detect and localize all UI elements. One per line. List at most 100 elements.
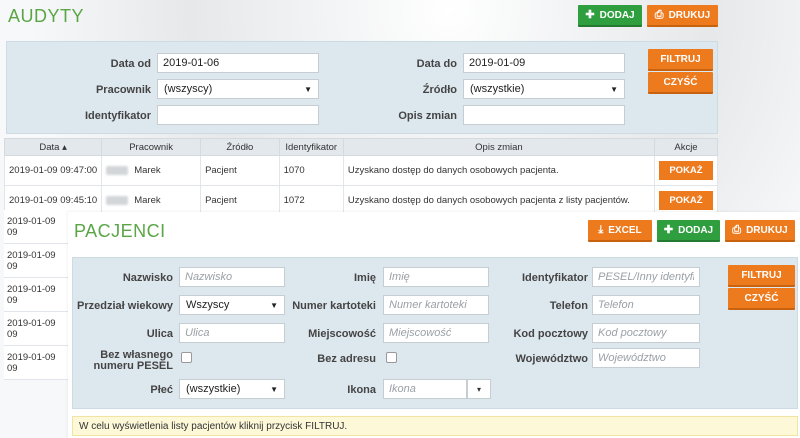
column-header-identifier[interactable]: Identyfikator (278, 138, 344, 156)
postal-code-input[interactable] (592, 323, 700, 343)
add-button[interactable]: ✚ DODAJ (578, 5, 642, 27)
add-button-label: DODAJ (599, 9, 635, 21)
show-button[interactable]: POKAŻ (658, 161, 713, 180)
no-address-label: Bez adresu (317, 353, 376, 365)
name-label: Imię (353, 272, 376, 284)
age-range-label: Przedział wiekowy (77, 300, 173, 312)
sex-select-value: (wszystkie) (186, 383, 241, 395)
changes-label: Opis zmian (398, 110, 457, 122)
voivodeship-label: Województwo (515, 353, 588, 365)
cell-identifier: 1072 (278, 185, 344, 216)
no-pesel-label-line2: numeru PESEL (93, 360, 173, 372)
cell-employee: Marek (101, 155, 202, 186)
surname-input[interactable] (179, 267, 285, 287)
phone-input[interactable] (592, 295, 700, 315)
page-title: PACJENCI (74, 221, 166, 241)
partially-hidden-rows: 2019-01-09 09 2019-01-09 09 2019-01-09 0… (4, 210, 68, 380)
page-title: AUDYTY (8, 6, 85, 26)
employee-select-value: (wszyscy) (164, 83, 213, 95)
cell-employee: Marek (101, 185, 202, 216)
cell-actions: POKAŻ (653, 185, 719, 216)
filter-button-label: FILTRUJ (741, 269, 782, 281)
date-from-input[interactable] (157, 53, 319, 73)
source-select-value: (wszystkie) (470, 83, 525, 95)
no-pesel-label: Bez własnego numeru PESEL (94, 350, 173, 372)
column-header-employee[interactable]: Pracownik (101, 138, 202, 156)
chevron-down-icon: ▼ (270, 300, 278, 310)
plus-icon: ✚ (585, 8, 595, 21)
employee-label: Pracownik (95, 84, 151, 96)
source-select[interactable]: (wszystkie) ▼ (463, 79, 625, 99)
blurred-name (106, 165, 129, 175)
add-button[interactable]: ✚ DODAJ (657, 220, 720, 242)
filter-button-label: FILTRUJ (660, 53, 701, 65)
printer-icon: ⎙ (654, 8, 664, 21)
date-from-label: Data od (110, 58, 151, 70)
list-item: 2019-01-09 09 (4, 312, 68, 346)
surname-label: Nazwisko (122, 272, 173, 284)
street-input[interactable] (179, 323, 285, 343)
column-header-description[interactable]: Opis zmian (342, 138, 655, 156)
cell-date: 2019-01-09 09:47:00 (3, 155, 103, 186)
changes-input[interactable] (463, 105, 625, 125)
add-button-label: DODAJ (678, 224, 714, 236)
age-range-select[interactable]: Wszyscy ▼ (179, 295, 285, 315)
column-header-source[interactable]: Źródło (200, 138, 280, 156)
audit-filter-panel: Data od Data do Pracownik (wszyscy) ▼ Źr… (6, 41, 718, 134)
clear-button[interactable]: CZYŚĆ (728, 288, 795, 310)
icon-input[interactable] (383, 379, 467, 399)
clear-button-label: CZYŚĆ (663, 76, 698, 88)
cell-employee-name: Marek (134, 165, 161, 176)
no-address-checkbox[interactable] (386, 352, 397, 363)
printer-icon: ⎙ (732, 223, 742, 236)
icon-field-label: Ikona (347, 384, 376, 396)
print-button-label: DRUKUJ (746, 224, 788, 236)
cell-description: Uzyskano dostęp do danych osobowych pacj… (342, 185, 655, 216)
identifier-input[interactable] (157, 105, 319, 125)
card-number-input[interactable] (383, 295, 489, 315)
cell-source: Pacjent (200, 155, 280, 186)
filter-button[interactable]: FILTRUJ (648, 49, 713, 71)
city-input[interactable] (383, 323, 489, 343)
identifier-label: Identyfikator (84, 110, 151, 122)
icon-dropdown-button[interactable]: ▾ (467, 379, 491, 399)
blurred-name (106, 195, 129, 205)
no-pesel-checkbox[interactable] (181, 352, 192, 363)
cell-actions: POKAŻ (653, 155, 719, 186)
print-button[interactable]: ⎙ DRUKUJ (647, 5, 718, 27)
audit-table: Data ▴ Pracownik Źródło Identyfikator Op… (3, 138, 719, 216)
age-range-value: Wszyscy (186, 299, 230, 311)
patient-filter-panel: Nazwisko Imię Identyfikator FILTRUJ CZYŚ… (72, 257, 798, 409)
download-icon: ⤓ (598, 223, 604, 236)
sort-up-icon: ▴ (62, 141, 67, 153)
cell-source: Pacjent (200, 185, 280, 216)
phone-label: Telefon (549, 300, 588, 312)
column-header-date-label: Data (39, 141, 60, 153)
filter-button[interactable]: FILTRUJ (728, 265, 795, 287)
list-item: 2019-01-09 09 (4, 244, 68, 278)
cell-identifier: 1070 (278, 155, 344, 186)
sex-select[interactable]: (wszystkie) ▼ (179, 379, 285, 399)
identifier-input[interactable] (592, 267, 700, 287)
excel-button[interactable]: ⤓ EXCEL (588, 220, 652, 242)
column-header-actions: Akcje (653, 138, 719, 156)
chevron-down-icon: ▼ (304, 84, 312, 94)
street-label: Ulica (146, 328, 173, 340)
postal-code-label: Kod pocztowy (513, 328, 588, 340)
print-button-label: DRUKUJ (668, 9, 711, 21)
name-input[interactable] (383, 267, 489, 287)
excel-button-label: EXCEL (608, 224, 642, 236)
list-item: 2019-01-09 09 (4, 278, 68, 312)
chevron-down-icon: ▾ (476, 384, 481, 394)
voivodeship-input[interactable] (592, 348, 700, 368)
date-to-input[interactable] (463, 53, 625, 73)
print-button[interactable]: ⎙ DRUKUJ (725, 220, 795, 242)
column-header-date[interactable]: Data ▴ (3, 138, 103, 156)
clear-button-label: CZYŚĆ (744, 292, 779, 304)
info-message: W celu wyświetlenia listy pacjentów klik… (72, 416, 798, 436)
chevron-down-icon: ▼ (610, 84, 618, 94)
clear-button[interactable]: CZYŚĆ (648, 72, 713, 94)
show-button[interactable]: POKAŻ (658, 191, 713, 210)
employee-select[interactable]: (wszyscy) ▼ (157, 79, 319, 99)
source-label: Źródło (422, 84, 457, 96)
